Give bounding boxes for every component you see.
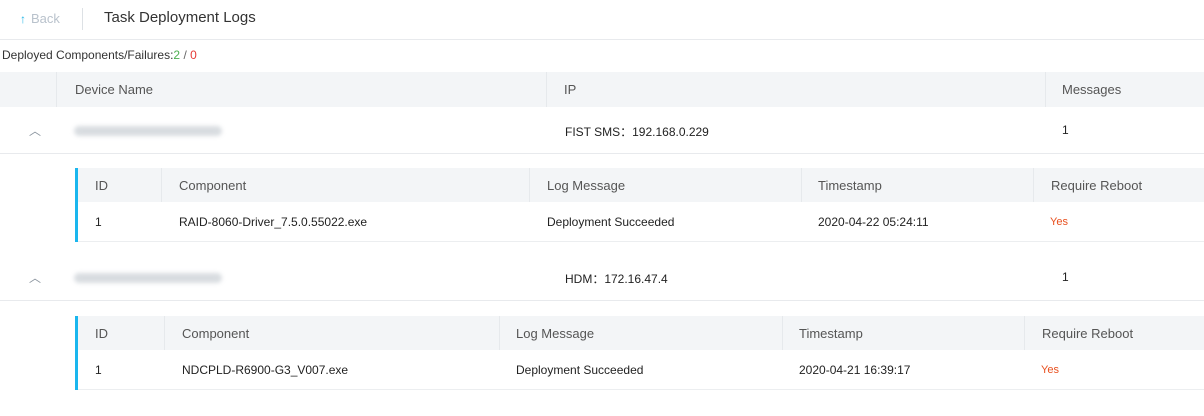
- device-table-header: Device Name IP Messages: [0, 72, 1204, 107]
- deployment-summary: Deployed Components/Failures:2 / 0: [2, 48, 197, 62]
- column-log-message: Log Message: [516, 326, 595, 341]
- column-id: ID: [95, 326, 108, 341]
- device-name-redacted: [74, 273, 222, 283]
- log-id: 1: [95, 215, 102, 229]
- require-reboot-value: Yes: [1041, 364, 1059, 376]
- column-require-reboot: Require Reboot: [1051, 178, 1143, 193]
- device-messages-count: 1: [1062, 123, 1069, 137]
- device-name-redacted: [74, 126, 222, 136]
- column-timestamp: Timestamp: [799, 326, 863, 341]
- column-divider: [56, 72, 57, 107]
- column-divider: [529, 168, 530, 202]
- log-timestamp: 2020-04-22 05:24:11: [818, 215, 929, 229]
- column-divider: [546, 72, 547, 107]
- log-timestamp: 2020-04-21 16:39:17: [799, 363, 911, 377]
- device-log-table: ID Component Log Message Timestamp Requi…: [75, 168, 1204, 242]
- column-divider: [164, 316, 165, 350]
- column-ip: IP: [564, 82, 577, 97]
- column-require-reboot: Require Reboot: [1042, 326, 1134, 341]
- column-divider: [1024, 316, 1025, 350]
- column-id: ID: [95, 178, 108, 193]
- back-button[interactable]: ↑ Back: [20, 11, 60, 26]
- log-row: 1 RAID-8060-Driver_7.5.0.55022.exe Deplo…: [78, 202, 1204, 242]
- column-log-message: Log Message: [547, 178, 626, 193]
- column-component: Component: [182, 326, 250, 341]
- device-ip: FIST SMS：192.168.0.229: [565, 125, 709, 139]
- device-messages-count: 1: [1062, 270, 1069, 284]
- back-arrow-icon: ↑: [20, 12, 26, 26]
- log-id: 1: [95, 363, 102, 377]
- column-divider: [499, 316, 500, 350]
- top-bar: ↑ Back Task Deployment Logs: [0, 0, 1204, 40]
- chevron-up-icon[interactable]: ︿: [29, 269, 41, 286]
- column-timestamp: Timestamp: [818, 178, 882, 193]
- column-divider: [161, 168, 162, 202]
- summary-label: Deployed Components/Failures:: [2, 48, 174, 62]
- divider: [82, 8, 83, 30]
- log-component: RAID-8060-Driver_7.5.0.55022.exe: [179, 215, 368, 229]
- column-messages: Messages: [1062, 82, 1122, 97]
- summary-separator: /: [180, 48, 191, 62]
- column-divider: [782, 316, 783, 350]
- column-divider: [801, 168, 802, 202]
- require-reboot-value: Yes: [1050, 216, 1068, 228]
- device-ip: HDM：172.16.47.4: [565, 272, 668, 286]
- log-message: Deployment Succeeded: [547, 215, 675, 229]
- failures-count: 0: [190, 48, 197, 62]
- log-table-header: ID Component Log Message Timestamp Requi…: [78, 316, 1204, 350]
- log-row: 1 NDCPLD-R6900-G3_V007.exe Deployment Su…: [78, 350, 1204, 390]
- device-row[interactable]: ︿ HDM：172.16.47.4 1: [0, 255, 1204, 301]
- page-title: Task Deployment Logs: [104, 9, 256, 26]
- column-divider: [1033, 168, 1034, 202]
- log-message: Deployment Succeeded: [516, 363, 644, 377]
- column-component: Component: [179, 178, 247, 193]
- column-divider: [1045, 72, 1046, 107]
- device-row[interactable]: ︿ FIST SMS：192.168.0.229 1: [0, 108, 1204, 154]
- back-label: Back: [31, 11, 60, 26]
- log-component: NDCPLD-R6900-G3_V007.exe: [182, 363, 349, 377]
- device-log-table: ID Component Log Message Timestamp Requi…: [75, 316, 1204, 390]
- log-table-header: ID Component Log Message Timestamp Requi…: [78, 168, 1204, 202]
- chevron-up-icon[interactable]: ︿: [29, 122, 41, 139]
- column-device-name: Device Name: [75, 82, 154, 97]
